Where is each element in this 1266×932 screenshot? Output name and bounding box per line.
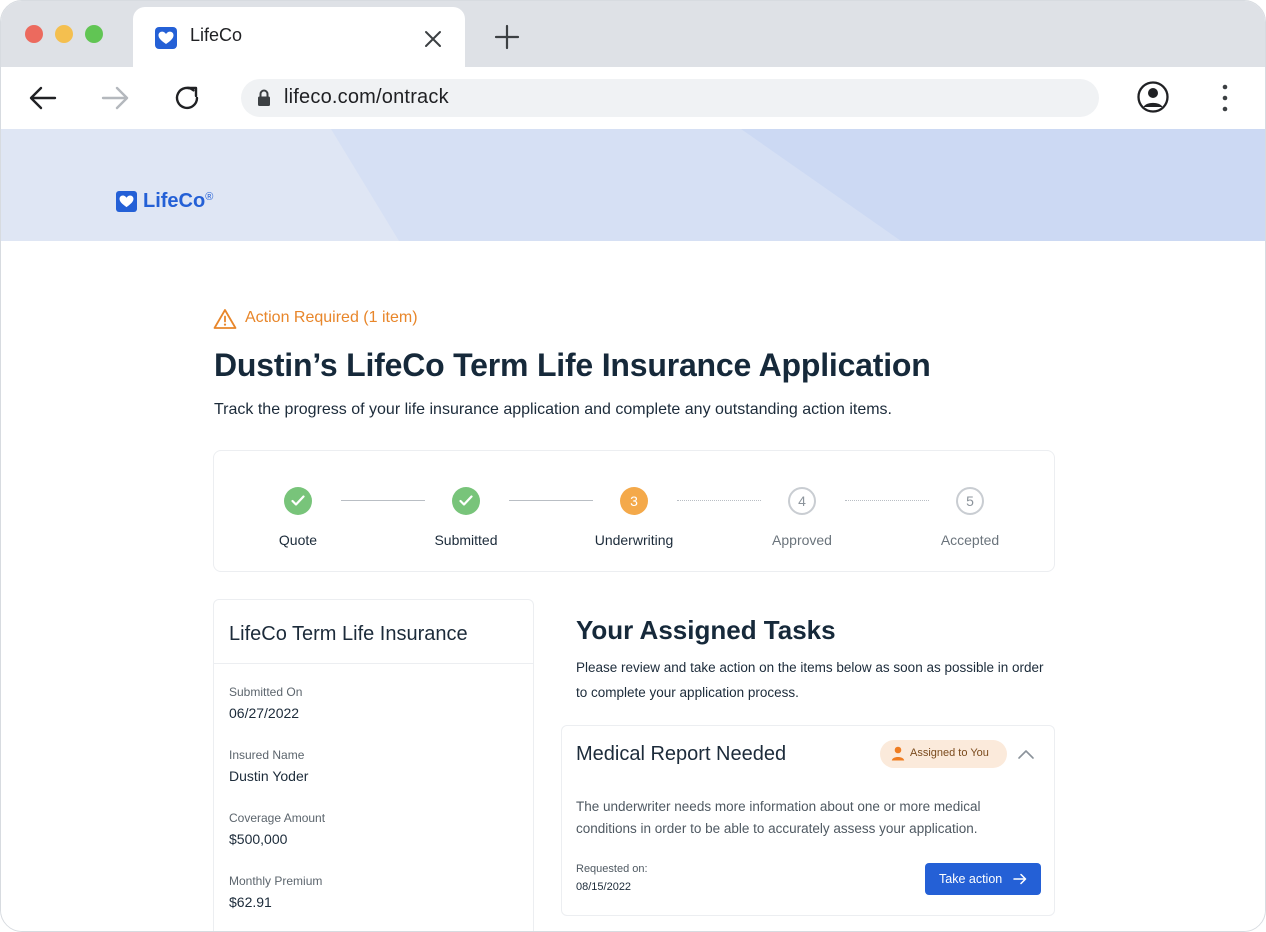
field-submitted-on: Submitted On 06/27/2022 [229, 685, 302, 721]
step-number: 5 [956, 487, 984, 515]
profile-avatar-icon[interactable] [1136, 80, 1170, 114]
task-card: Medical Report Needed Assigned to You Th… [561, 725, 1055, 916]
step-accepted: 5 Accepted [900, 487, 1040, 548]
step-approved: 4 Approved [732, 487, 872, 548]
main-content: Action Required (1 item) Dustin’s LifeCo… [1, 241, 1265, 931]
heart-logo-icon [116, 191, 137, 212]
browser-toolbar: lifeco.com/ontrack [1, 67, 1265, 129]
field-monthly-premium: Monthly Premium $62.91 [229, 874, 322, 910]
tab-title: LifeCo [190, 25, 243, 45]
task-description: The underwriter needs more information a… [576, 799, 981, 836]
tasks-heading: Your Assigned Tasks [576, 615, 836, 645]
take-action-button[interactable]: Take action [925, 863, 1041, 895]
reload-icon[interactable] [171, 82, 203, 114]
field-value: $500,000 [229, 831, 288, 847]
lock-icon [258, 89, 270, 106]
step-quote: Quote [228, 487, 368, 548]
chevron-up-icon[interactable] [1017, 747, 1035, 761]
browser-menu-icon[interactable] [1213, 81, 1237, 115]
step-submitted: Submitted [396, 487, 536, 548]
tab-close-icon[interactable] [421, 27, 445, 51]
policy-summary-card: LifeCo Term Life Insurance Submitted On … [213, 599, 534, 931]
badge-text: Assigned to You [910, 747, 989, 759]
field-value: 06/27/2022 [229, 705, 300, 721]
tab-strip: LifeCo [1, 1, 1265, 69]
logo-text: LifeCo® [143, 190, 214, 212]
browser-window: LifeCo lifeco.com/ontrack LifeCo® Action… [0, 0, 1266, 932]
requested-date: 08/15/2022 [576, 881, 632, 893]
assigned-badge: Assigned to You [880, 740, 1007, 768]
policy-title: LifeCo Term Life Insurance [229, 623, 468, 645]
url-text[interactable]: lifeco.com/ontrack [284, 86, 449, 109]
divider [214, 663, 533, 664]
person-icon [891, 746, 905, 761]
step-number: 4 [788, 487, 816, 515]
window-close-button[interactable] [25, 25, 43, 43]
field-label: Submitted On [229, 685, 303, 699]
field-value: $62.91 [229, 894, 272, 910]
address-bar[interactable]: lifeco.com/ontrack [241, 79, 1099, 117]
alert-text: Action Required (1 item) [245, 309, 418, 326]
step-number: 3 [620, 487, 648, 515]
new-tab-plus-icon[interactable] [493, 23, 521, 51]
browser-tab[interactable]: LifeCo [133, 7, 465, 69]
field-coverage-amount: Coverage Amount $500,000 [229, 811, 325, 847]
task-title: Medical Report Needed [576, 743, 787, 765]
step-label: Underwriting [594, 532, 674, 548]
arrow-right-icon [1013, 873, 1027, 885]
back-arrow-icon[interactable] [27, 82, 59, 114]
step-label: Approved [772, 532, 832, 548]
step-underwriting: 3 Underwriting [564, 487, 704, 548]
window-minimize-button[interactable] [55, 25, 73, 43]
page-subtitle: Track the progress of your life insuranc… [214, 401, 892, 418]
step-label: Accepted [940, 532, 1000, 548]
field-label: Monthly Premium [229, 874, 323, 888]
hero-banner: LifeCo® [1, 129, 1265, 241]
page-title: Dustin’s LifeCo Term Life Insurance Appl… [214, 347, 931, 383]
check-icon [284, 487, 312, 515]
field-label: Coverage Amount [229, 811, 326, 825]
requested-label: Requested on: [576, 863, 648, 875]
field-value: Dustin Yoder [229, 768, 309, 784]
window-maximize-button[interactable] [85, 25, 103, 43]
heart-favicon-icon [155, 27, 177, 49]
forward-arrow-icon[interactable] [99, 82, 131, 114]
warning-triangle-icon [213, 309, 237, 329]
check-icon [452, 487, 480, 515]
field-label: Insured Name [229, 748, 305, 762]
step-label: Quote [278, 532, 318, 548]
registered-mark: ® [205, 191, 214, 203]
take-action-label: Take action [939, 872, 1003, 886]
tasks-description: Please review and take action on the ite… [576, 660, 1044, 700]
application-progress-stepper: Quote Submitted 3 Underwriting 4 Approve… [213, 450, 1055, 572]
field-insured-name: Insured Name Dustin Yoder [229, 748, 308, 784]
step-label: Submitted [434, 532, 498, 548]
